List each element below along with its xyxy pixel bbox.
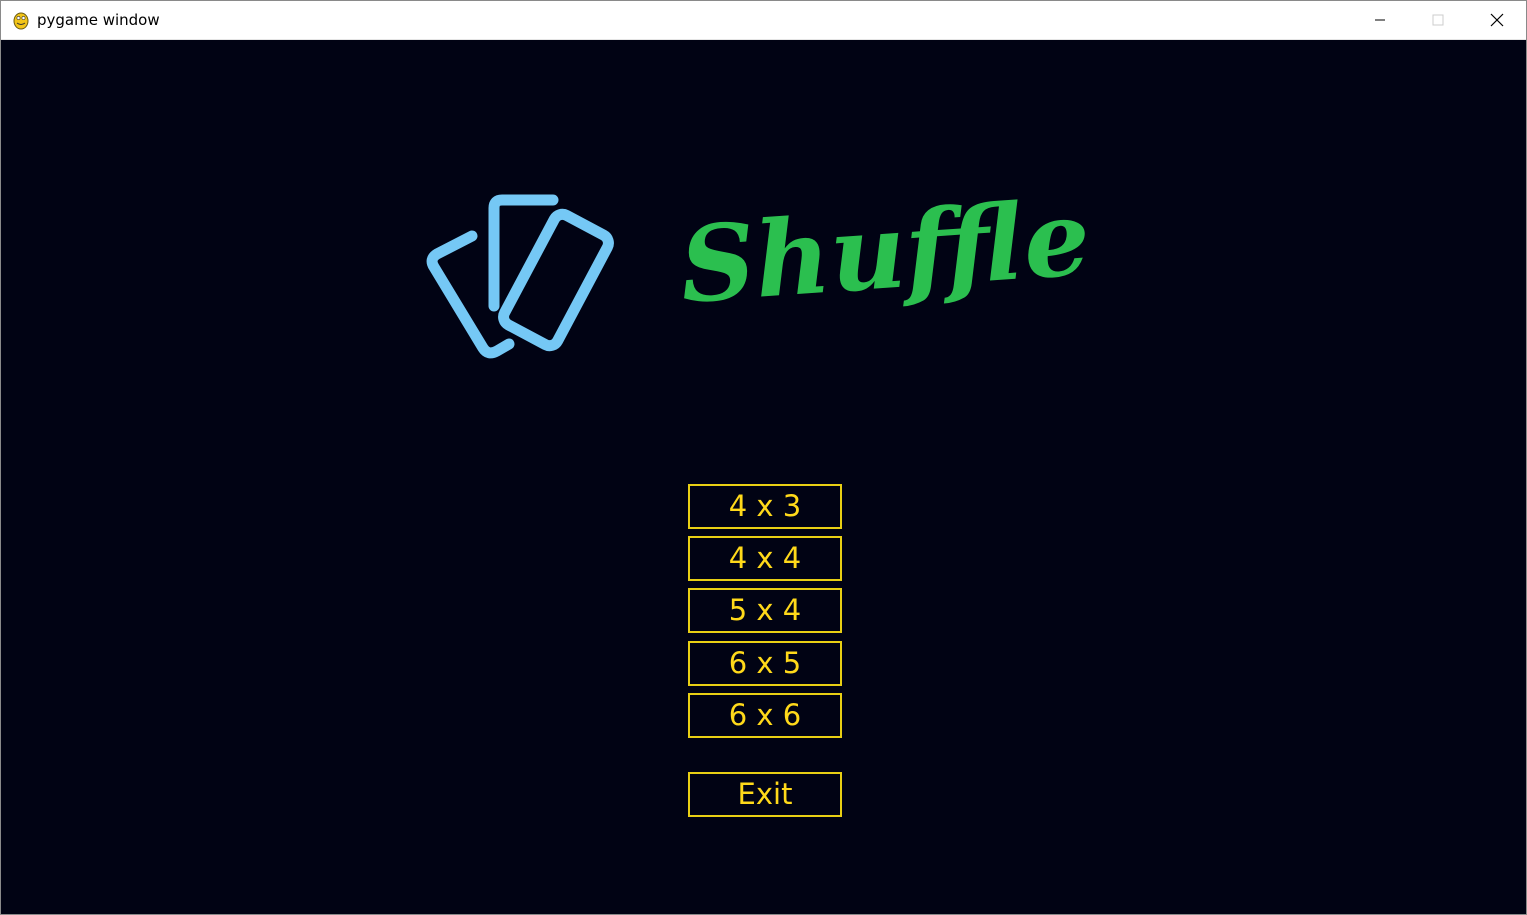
pygame-window: pygame window Shuffle 4 x 3 4 x 4 5 x 4 … [0, 0, 1527, 915]
close-icon [1490, 13, 1504, 27]
cards-icon [426, 194, 614, 359]
minimize-button[interactable] [1351, 1, 1409, 39]
grid-size-button[interactable]: 6 x 6 [688, 693, 842, 738]
maximize-button[interactable] [1409, 1, 1467, 39]
close-button[interactable] [1468, 1, 1526, 39]
minimize-icon [1375, 19, 1385, 21]
maximize-icon [1432, 14, 1444, 26]
window-title: pygame window [37, 11, 160, 29]
logo: Shuffle [426, 176, 1094, 359]
pygame-snake-icon [13, 12, 29, 30]
logo-title: Shuffle [676, 176, 1094, 327]
grid-size-button[interactable]: 4 x 4 [688, 536, 842, 581]
exit-button[interactable]: Exit [688, 772, 842, 817]
window-titlebar[interactable]: pygame window [1, 1, 1526, 40]
game-canvas[interactable]: Shuffle 4 x 3 4 x 4 5 x 4 6 x 5 6 x 6 Exit [1, 40, 1526, 914]
grid-size-button[interactable]: 4 x 3 [688, 484, 842, 529]
grid-size-button[interactable]: 6 x 5 [688, 641, 842, 686]
grid-size-button[interactable]: 5 x 4 [688, 588, 842, 633]
